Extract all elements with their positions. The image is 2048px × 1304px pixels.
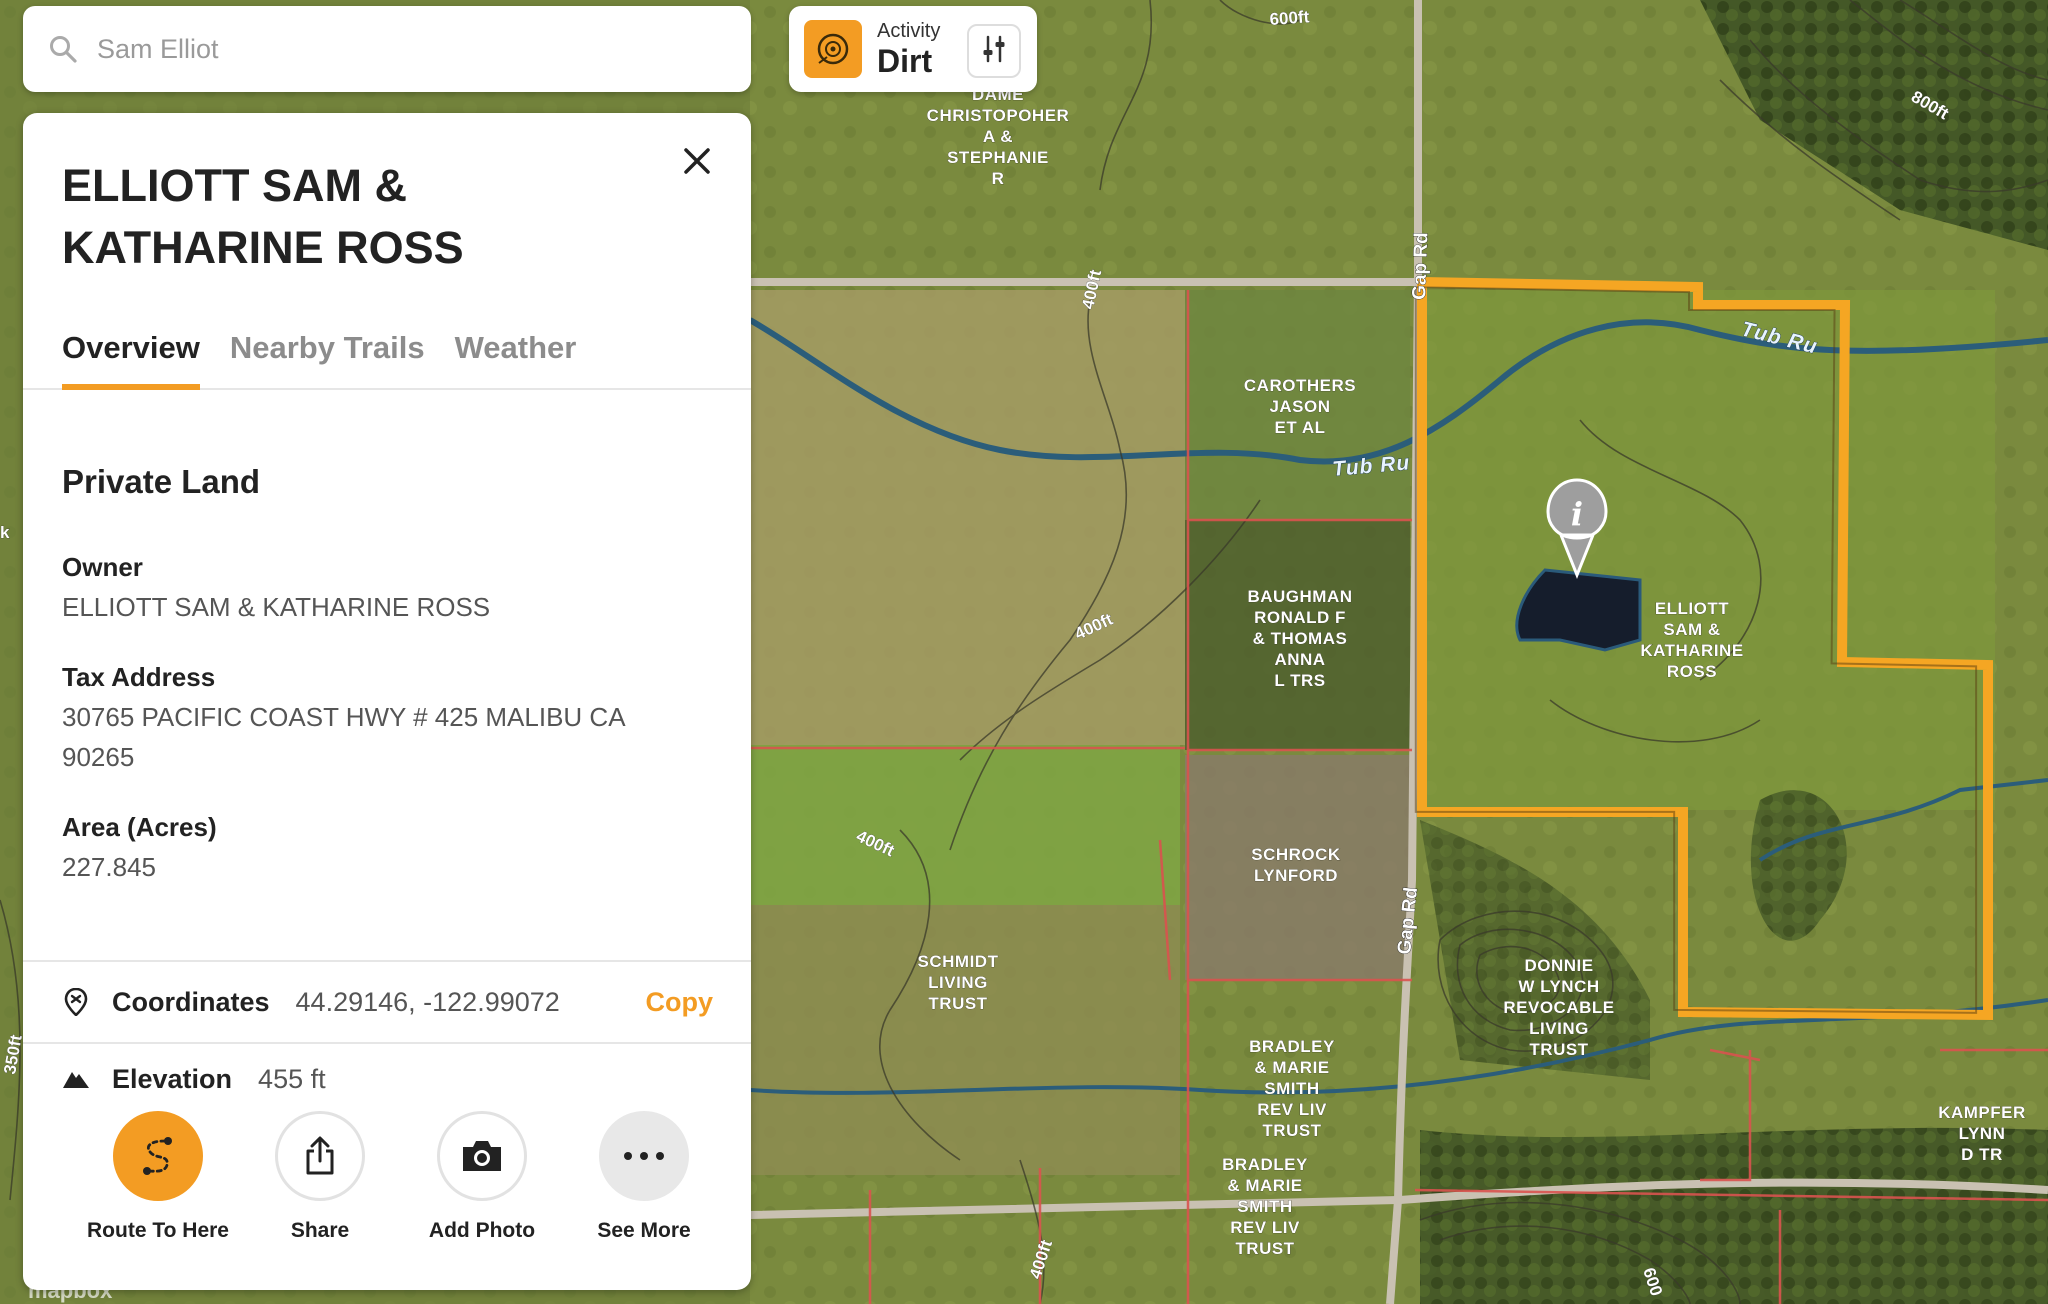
section-heading: Private Land (62, 463, 261, 500)
owner-field: Owner ELLIOTT SAM & KATHARINE ROSS (62, 547, 712, 627)
map-label-k: k (0, 523, 10, 542)
overview-content: Private Land Owner ELLIOTT SAM & KATHARI… (62, 463, 712, 887)
svg-text:TRUST: TRUST (928, 994, 987, 1013)
svg-text:ROSS: ROSS (1667, 662, 1717, 681)
map-label-schrock: SCHROCK (1251, 845, 1341, 864)
owner-label: Owner (62, 552, 143, 582)
activity-selector[interactable]: Activity Dirt (789, 6, 1037, 92)
svg-text:A &: A & (983, 127, 1013, 146)
route-to-here-label: Route To Here (87, 1219, 229, 1242)
owner-value: ELLIOTT SAM & KATHARINE ROSS (62, 592, 491, 622)
svg-text:R: R (992, 169, 1005, 188)
svg-text:SMITH: SMITH (1264, 1079, 1319, 1098)
more-icon (599, 1111, 689, 1201)
svg-text:TRUST: TRUST (1262, 1121, 1321, 1140)
svg-text:REV LIV: REV LIV (1230, 1218, 1300, 1237)
map-label-donnie: DONNIE (1524, 956, 1593, 975)
map-label-kampfer: KAMPFER (1938, 1103, 2026, 1122)
field-schmidt (750, 905, 1180, 1175)
map-label-bradley-2: BRADLEY (1222, 1155, 1308, 1174)
svg-text:& MARIE: & MARIE (1227, 1176, 1302, 1195)
svg-text:TRUST: TRUST (1529, 1040, 1588, 1059)
add-photo-button[interactable]: Add Photo (401, 1111, 563, 1243)
svg-text:REVOCABLE: REVOCABLE (1503, 998, 1614, 1017)
svg-text:i: i (1571, 495, 1583, 533)
svg-text:TRUST: TRUST (1235, 1239, 1294, 1258)
action-bar: Route To Here Share Add Photo See More (23, 1111, 751, 1243)
search-bar[interactable] (23, 6, 751, 92)
svg-text:ET AL: ET AL (1275, 418, 1326, 437)
map-label-baughman: BAUGHMAN (1247, 587, 1352, 606)
coordinates-row: Coordinates 44.29146, -122.99072 Copy (23, 960, 751, 1042)
map-label-carothers: CAROTHERS (1244, 376, 1356, 395)
share-icon (275, 1111, 365, 1201)
contour-label-600: 600ft (1269, 7, 1310, 29)
coordinates-label: Coordinates (112, 986, 270, 1017)
add-photo-label: Add Photo (428, 1219, 536, 1242)
tax-address-field: Tax Address 30765 PACIFIC COAST HWY # 42… (62, 657, 712, 777)
share-label: Share (290, 1219, 350, 1242)
see-more-label: See More (597, 1219, 691, 1242)
tab-weather[interactable]: Weather (455, 308, 577, 388)
svg-text:LIVING: LIVING (928, 973, 988, 992)
svg-text:RONALD F: RONALD F (1254, 608, 1346, 627)
svg-text:ANNA: ANNA (1274, 650, 1325, 669)
dirt-activity-icon (804, 20, 862, 78)
location-pin-icon (62, 988, 90, 1016)
svg-text:SMITH: SMITH (1237, 1197, 1292, 1216)
trees-south (1420, 1127, 2048, 1304)
svg-text:W LYNCH: W LYNCH (1518, 977, 1599, 996)
route-icon (113, 1111, 203, 1201)
svg-text:KATHARINE: KATHARINE (1640, 641, 1743, 660)
svg-text:D TR: D TR (1961, 1145, 2003, 1164)
tax-address-value: 30765 PACIFIC COAST HWY # 425 MALIBU CA … (62, 702, 625, 772)
search-input[interactable] (97, 33, 697, 65)
see-more-button[interactable]: See More (563, 1111, 725, 1243)
filter-button[interactable] (967, 24, 1021, 78)
search-icon (47, 33, 79, 65)
field-elliott (1415, 290, 1995, 810)
activity-label: Activity (877, 19, 941, 42)
svg-text:JASON: JASON (1269, 397, 1330, 416)
area-field: Area (Acres) 227.845 (62, 807, 712, 887)
close-icon (683, 147, 711, 180)
tax-address-label: Tax Address (62, 662, 216, 692)
area-value: 227.845 (62, 852, 156, 882)
elevation-label: Elevation (112, 1064, 233, 1094)
svg-text:L TRS: L TRS (1274, 671, 1325, 690)
copy-coordinates-button[interactable]: Copy (646, 987, 714, 1018)
activity-value: Dirt (877, 42, 933, 79)
map-label-schmidt: SCHMIDT (918, 952, 999, 971)
svg-text:STEPHANIE: STEPHANIE (947, 148, 1049, 167)
map-label-gap-rd-1: Gap Rd (1409, 232, 1432, 300)
elevation-value: 455 ft (258, 1064, 326, 1094)
parcel-details-panel: ELLIOTT SAM & KATHARINE ROSS Overview Ne… (23, 113, 751, 1290)
tab-nearby-trails[interactable]: Nearby Trails (230, 308, 425, 388)
share-button[interactable]: Share (239, 1111, 401, 1243)
svg-text:SAM &: SAM & (1663, 620, 1720, 639)
map-label-bradley-1: BRADLEY (1249, 1037, 1335, 1056)
area-label: Area (Acres) (62, 812, 217, 842)
svg-text:LYNN: LYNN (1959, 1124, 2006, 1143)
panel-title: ELLIOTT SAM & KATHARINE ROSS (62, 160, 464, 273)
route-to-here-button[interactable]: Route To Here (77, 1111, 239, 1243)
pond (1515, 568, 1642, 652)
svg-text:LYNFORD: LYNFORD (1254, 866, 1338, 885)
coordinates-value: 44.29146, -122.99072 (295, 986, 560, 1017)
svg-text:& MARIE: & MARIE (1254, 1058, 1329, 1077)
tab-overview[interactable]: Overview (62, 308, 200, 390)
field-green (750, 745, 1180, 905)
panel-tabs: Overview Nearby Trails Weather (23, 308, 751, 390)
elevation-row: Elevation 455 ft (23, 1042, 751, 1112)
close-button[interactable] (675, 141, 719, 185)
svg-text:LIVING: LIVING (1529, 1019, 1589, 1038)
sliders-icon (980, 34, 1008, 69)
mountain-icon (62, 1064, 90, 1092)
map-label-elliott: ELLIOTT (1655, 599, 1729, 618)
camera-icon (437, 1111, 527, 1201)
svg-text:& THOMAS: & THOMAS (1253, 629, 1348, 648)
svg-text:REV LIV: REV LIV (1257, 1100, 1327, 1119)
svg-text:CHRISTOPOHER: CHRISTOPOHER (927, 106, 1070, 125)
